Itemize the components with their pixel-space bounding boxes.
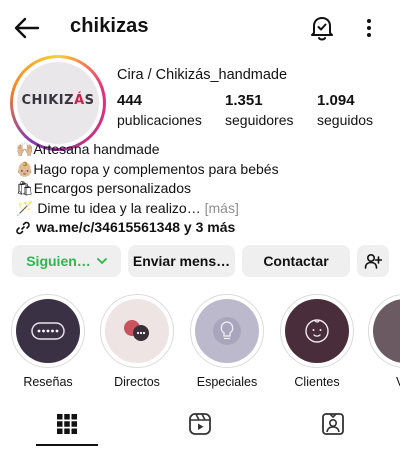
send-message-button[interactable]: Enviar mens… bbox=[128, 245, 235, 277]
contact-button[interactable]: Contactar bbox=[242, 245, 350, 277]
highlight-label: Reseñas bbox=[23, 375, 73, 389]
highlight-cover bbox=[373, 299, 400, 363]
bio-line: 🛍Encargos personalizados bbox=[16, 180, 191, 196]
back-arrow-icon[interactable] bbox=[14, 16, 40, 40]
stat-followers[interactable]: 1.351 seguidores bbox=[225, 92, 294, 128]
highlight-label: Directos bbox=[114, 375, 160, 389]
bio-line: 👶🏼Hago ropa y complementos para bebés bbox=[16, 160, 279, 177]
tagged-tab-icon[interactable] bbox=[321, 412, 345, 436]
grid-tab-icon[interactable] bbox=[55, 412, 79, 436]
highlight-label: Clientes bbox=[294, 375, 340, 389]
stat-posts[interactable]: 444 publicaciones bbox=[117, 92, 202, 128]
highlight-resenas[interactable]: Reseñas bbox=[10, 294, 86, 389]
bio-line-with-more: 🪄 Dime tu idea y la realizo… [más] bbox=[16, 199, 279, 219]
send-message-label: Enviar mens… bbox=[132, 253, 231, 269]
avatar[interactable]: CHIKIZÁS bbox=[17, 62, 99, 144]
bio-line: 🪄 Dime tu idea y la realizo… bbox=[16, 199, 201, 216]
stat-followers-count: 1.351 bbox=[225, 92, 263, 109]
contact-label: Contactar bbox=[263, 253, 329, 269]
link-icon bbox=[16, 221, 30, 235]
bio-external-link[interactable]: wa.me/c/34615561348 y 3 más bbox=[16, 218, 279, 238]
stat-following-label: seguidos bbox=[317, 112, 374, 128]
chevron-down-icon bbox=[96, 257, 107, 264]
chat-bubbles-icon bbox=[124, 320, 149, 341]
stat-following[interactable]: 1.094 seguidos bbox=[317, 92, 373, 128]
avatar-logo: CHIKIZÁS bbox=[21, 93, 95, 108]
highlight-cover bbox=[105, 299, 169, 363]
stat-posts-label: publicaciones bbox=[117, 112, 202, 128]
stat-following-count: 1.094 bbox=[317, 92, 355, 109]
highlight-directos[interactable]: Directos bbox=[99, 294, 175, 389]
bio-link-text: wa.me/c/34615561348 y 3 más bbox=[36, 219, 236, 235]
following-button-label: Siguien… bbox=[26, 253, 91, 269]
highlight-label: Especiales bbox=[196, 375, 258, 389]
profile-tabs bbox=[0, 402, 400, 449]
active-tab-indicator bbox=[36, 444, 98, 446]
add-person-icon bbox=[364, 253, 382, 269]
stat-posts-count: 444 bbox=[117, 92, 143, 109]
suggest-people-button[interactable] bbox=[357, 245, 389, 277]
display-name: Cira / Chikizás_handmade bbox=[117, 67, 288, 83]
highlight-cover bbox=[16, 299, 80, 363]
highlight-label: V bbox=[368, 375, 400, 389]
profile-username: chikizas bbox=[70, 15, 149, 37]
highlight-clientes[interactable]: Clientes bbox=[279, 294, 355, 389]
bio: 🙌🏼Artesana handmade 👶🏼Hago ropa y comple… bbox=[16, 140, 279, 238]
highlight-especiales[interactable]: Especiales bbox=[189, 294, 265, 389]
top-bar: chikizas bbox=[0, 0, 400, 56]
baby-face-icon bbox=[305, 319, 329, 343]
highlight-cover bbox=[195, 299, 259, 363]
stat-followers-label: seguidores bbox=[225, 112, 294, 128]
notification-bell-icon[interactable] bbox=[309, 14, 335, 42]
following-button[interactable]: Siguien… bbox=[12, 245, 121, 277]
more-options-icon[interactable] bbox=[360, 16, 378, 40]
highlight-partial[interactable]: V bbox=[368, 294, 400, 389]
review-stars-icon bbox=[31, 322, 65, 340]
reels-tab-icon[interactable] bbox=[188, 412, 212, 436]
highlight-cover bbox=[285, 299, 349, 363]
bio-line: 🙌🏼Artesana handmade bbox=[16, 141, 160, 157]
lightbulb-icon bbox=[213, 317, 241, 345]
story-ring: CHIKIZÁS bbox=[10, 55, 106, 151]
bio-more-link[interactable]: [más] bbox=[205, 200, 239, 216]
